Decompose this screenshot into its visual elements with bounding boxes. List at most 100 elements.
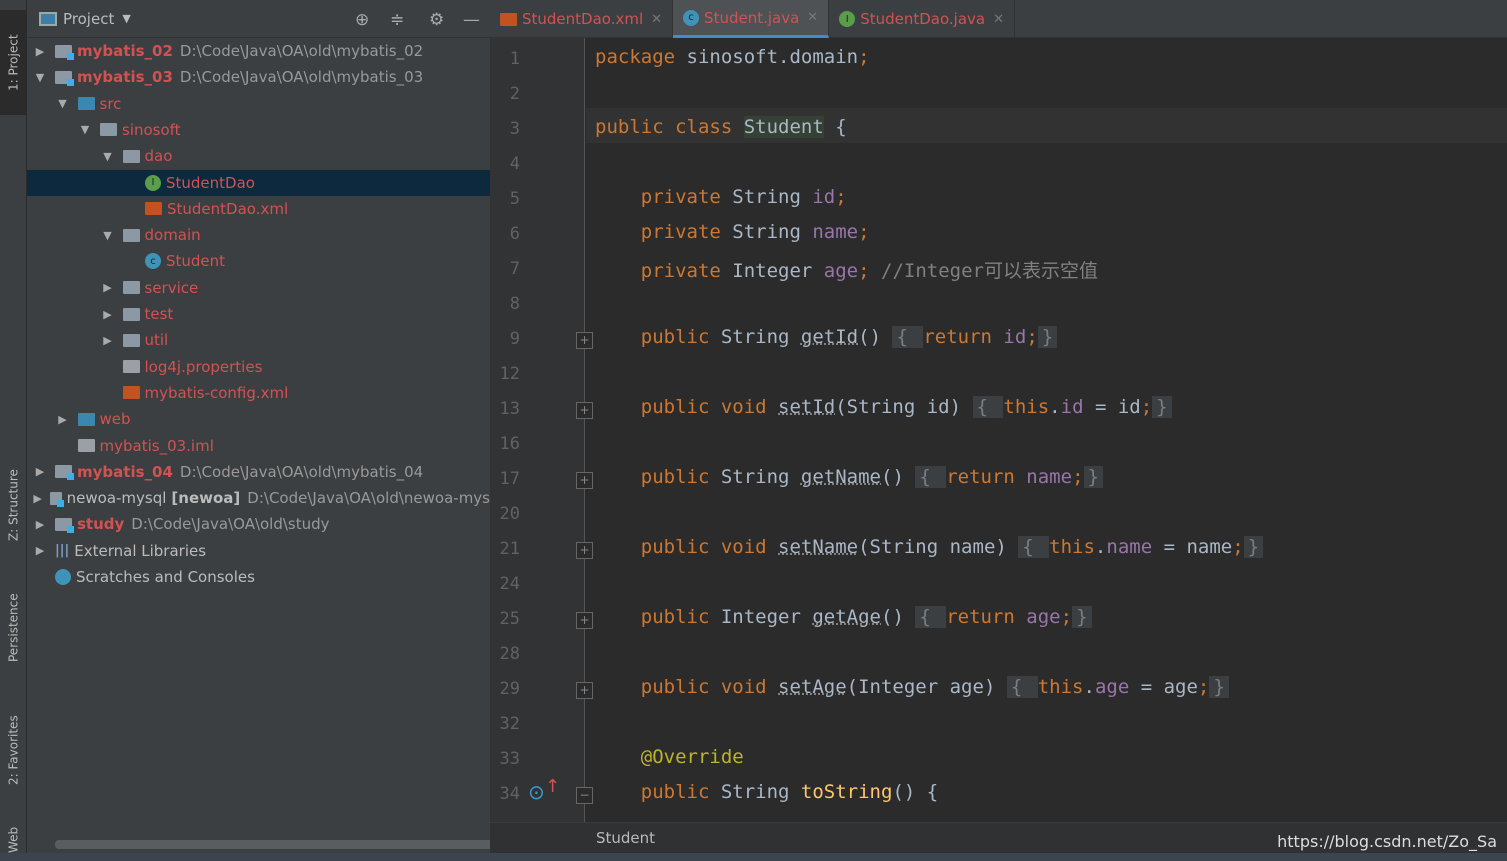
xml-file-icon — [145, 202, 162, 216]
tree-item-label: mybatis_04 — [77, 462, 173, 481]
collapse-all-icon[interactable]: ≑ — [390, 10, 404, 30]
tree-item[interactable]: ▼ dao — [27, 143, 490, 169]
tree-item[interactable]: mybatis_03.iml — [27, 433, 490, 459]
code-token: { — [1006, 676, 1038, 698]
code-token: age — [823, 260, 859, 282]
code-token: = name — [1152, 536, 1233, 558]
collapsed-arrow-icon[interactable]: ▶ — [33, 492, 42, 505]
tab-studentdao-java[interactable]: I StudentDao.java ✕ — [829, 0, 1016, 38]
line-number: 32 — [499, 714, 520, 734]
side-tab-favorites[interactable]: 2: Favorites — [0, 700, 27, 800]
locate-icon[interactable]: ⊕ — [355, 10, 369, 30]
tree-item-label: service — [144, 278, 199, 297]
tree-item[interactable]: ▶ ||| External Libraries — [27, 538, 490, 564]
expanded-arrow-icon[interactable]: ▼ — [78, 123, 92, 136]
code-token: ; — [1072, 466, 1084, 488]
tree-item-qualifier: [newoa] — [171, 489, 241, 508]
watermark: https://blog.csdn.net/Zo_Sa — [1277, 832, 1497, 851]
tree-item-label: sinosoft — [122, 120, 181, 139]
line-number: 28 — [499, 644, 520, 664]
tree-item[interactable]: Scratches and Consoles — [27, 564, 490, 590]
xml-file-icon — [122, 386, 140, 400]
tree-item[interactable]: I StudentDao — [27, 169, 490, 196]
tree-item[interactable]: ▶ service — [27, 275, 490, 301]
collapsed-arrow-icon[interactable]: ▶ — [33, 518, 47, 531]
minimize-icon[interactable]: — — [463, 10, 480, 30]
module-folder-icon — [55, 44, 74, 60]
code-token: sinosoft.domain — [686, 46, 859, 68]
libraries-icon: ||| — [55, 543, 70, 559]
tree-item[interactable]: log4j.properties — [27, 354, 490, 380]
tree-item-label: Student — [166, 252, 226, 271]
code-token: { — [1018, 536, 1050, 558]
close-icon[interactable]: ✕ — [807, 10, 818, 25]
code-line: package sinosoft.domain; — [595, 46, 870, 68]
tree-item[interactable]: StudentDao.xml — [27, 196, 490, 222]
tab-studentdao-xml[interactable]: StudentDao.xml ✕ — [490, 0, 674, 38]
line-number: 20 — [499, 504, 520, 524]
side-tab-persistence[interactable]: Persistence — [0, 580, 27, 675]
fold-expand-icon[interactable]: + — [576, 542, 593, 559]
fold-expand-icon[interactable]: + — [576, 472, 593, 489]
code-line: private Integer age; //Integer可以表示空值 — [595, 256, 1098, 283]
code-token: { — [972, 396, 1004, 418]
expanded-arrow-icon[interactable]: ▼ — [33, 71, 47, 84]
code-token: public void — [595, 396, 779, 418]
project-view-selector[interactable]: Project — [63, 10, 114, 28]
code-token: age — [1026, 606, 1061, 628]
properties-file-icon — [122, 360, 140, 374]
tree-item-label: util — [144, 331, 169, 350]
gear-icon[interactable]: ⚙ — [429, 10, 444, 30]
tab-student-java[interactable]: c Student.java ✕ — [673, 0, 830, 38]
tree-item[interactable]: ▼ mybatis_03 D:\Code\Java\OA\old\mybatis_0… — [27, 64, 490, 90]
tree-item[interactable]: ▶ mybatis_04 D:\Code\Java\OA\old\mybatis_0… — [27, 459, 490, 485]
interface-icon: I — [839, 11, 856, 27]
side-tab-project[interactable]: 1: Project — [0, 10, 27, 115]
code-line: @Override — [595, 746, 744, 768]
tree-item[interactable]: ▶ mybatis_02 D:\Code\Java\OA\old\mybatis_0… — [27, 38, 490, 64]
code-token: = age — [1129, 676, 1198, 698]
collapsed-arrow-icon[interactable]: ▶ — [101, 308, 115, 321]
expanded-arrow-icon[interactable]: ▼ — [101, 150, 115, 163]
collapsed-arrow-icon[interactable]: ▶ — [33, 45, 47, 58]
tree-item[interactable]: ▶ web — [27, 406, 490, 432]
fold-expand-icon[interactable]: + — [576, 332, 593, 349]
code-line: public String toString() { — [595, 781, 938, 803]
expanded-arrow-icon[interactable]: ▼ — [101, 229, 115, 242]
tree-item[interactable]: ▶ newoa-mysql [newoa] D:\Code\Java\OA\old\n… — [27, 485, 490, 511]
horizontal-scrollbar[interactable] — [55, 840, 498, 849]
override-gutter-icon[interactable]: ⊙ — [528, 780, 545, 804]
chevron-down-icon[interactable]: ▼ — [122, 12, 130, 25]
tree-item-path: D:\Code\Java\OA\old\mybatis_02 — [179, 42, 424, 60]
fold-expand-icon[interactable]: + — [576, 612, 593, 629]
fold-expand-icon[interactable]: + — [576, 682, 593, 699]
tree-item[interactable]: ▼ src — [27, 91, 490, 117]
collapsed-arrow-icon[interactable]: ▶ — [101, 334, 115, 347]
line-number: 2 — [509, 84, 520, 104]
collapsed-arrow-icon[interactable]: ▶ — [33, 544, 47, 557]
tree-item[interactable]: ▶ test — [27, 301, 490, 327]
collapsed-arrow-icon[interactable]: ▶ — [56, 413, 70, 426]
tree-item[interactable]: ▼ sinosoft — [27, 117, 490, 143]
fold-expand-icon[interactable]: + — [576, 402, 593, 419]
expanded-arrow-icon[interactable]: ▼ — [56, 97, 70, 110]
code-token: (Integer age) — [846, 676, 1007, 698]
line-number: 6 — [509, 224, 520, 244]
tree-item-path: D:\Code\Java\OA\old\study — [131, 515, 330, 534]
close-icon[interactable]: ✕ — [993, 12, 1004, 27]
tree-item[interactable]: c Student — [27, 248, 490, 274]
code-token: return — [923, 326, 1004, 348]
code-token: (String name) — [858, 536, 1019, 558]
tree-item[interactable]: ▼ domain — [27, 222, 490, 248]
breadcrumb-student[interactable]: Student — [596, 829, 655, 847]
code-token: = id — [1083, 396, 1141, 418]
tree-item[interactable]: mybatis-config.xml — [27, 380, 490, 406]
code-token: } — [1037, 326, 1058, 348]
collapsed-arrow-icon[interactable]: ▶ — [33, 465, 47, 478]
tree-item[interactable]: ▶ util — [27, 327, 490, 353]
tree-item[interactable]: ▶ study D:\Code\Java\OA\old\study — [27, 511, 490, 537]
fold-collapse-icon[interactable]: − — [576, 787, 593, 804]
close-icon[interactable]: ✕ — [651, 12, 662, 27]
side-tab-structure[interactable]: Z: Structure — [0, 455, 27, 555]
collapsed-arrow-icon[interactable]: ▶ — [101, 281, 115, 294]
